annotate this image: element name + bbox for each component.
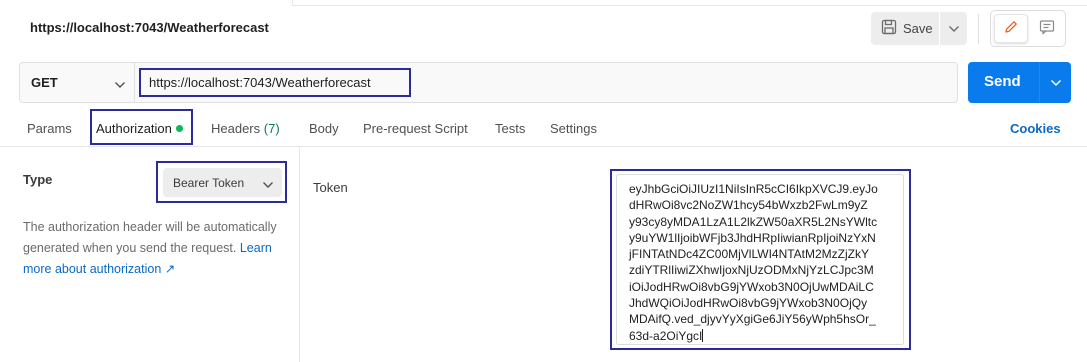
save-options-button[interactable] bbox=[940, 12, 967, 45]
header-separator bbox=[978, 14, 979, 44]
method-select[interactable]: GET bbox=[20, 63, 135, 102]
send-button[interactable]: Send bbox=[968, 62, 1071, 103]
panel-divider-vertical bbox=[299, 147, 300, 362]
token-line: zdiYTRlIiwiZXhwIjoxNjUzODMxNjYzLCJpc3M bbox=[629, 263, 874, 278]
auth-type-select[interactable]: Bearer Token bbox=[163, 168, 282, 197]
tab-prerequest-script[interactable]: Pre-request Script bbox=[363, 121, 468, 136]
save-icon bbox=[881, 19, 897, 38]
tab-headers-label: Headers bbox=[211, 121, 261, 136]
comment-icon bbox=[1039, 19, 1055, 38]
tab-settings[interactable]: Settings bbox=[550, 121, 597, 136]
text-cursor bbox=[702, 328, 704, 342]
pencil-icon bbox=[1003, 19, 1019, 38]
save-label: Save bbox=[903, 21, 933, 36]
token-line: iOiJodHRwOi8vbG9jYWxob3N0OjUwMDAiLC bbox=[629, 279, 874, 294]
token-line: eyJhbGciOiJIUzI1NiIsInR5cCI6IkpXVCJ9.eyJ… bbox=[629, 182, 878, 196]
token-value[interactable]: eyJhbGciOiJIUzI1NiIsInR5cCI6IkpXVCJ9.eyJ… bbox=[629, 181, 899, 344]
tab-bottom-border bbox=[292, 5, 1087, 6]
token-line: MDAifQ.ved_djyvYyXgiGe6JiY56yWph5hsOr_ bbox=[629, 312, 876, 327]
auth-help-description: The authorization header will be automat… bbox=[23, 220, 277, 255]
token-label: Token bbox=[313, 180, 348, 195]
url-input[interactable]: https://localhost:7043/Weatherforecast bbox=[139, 68, 411, 97]
auth-type-label: Type bbox=[23, 172, 53, 187]
chevron-down-icon bbox=[1050, 75, 1062, 90]
token-line: 63d-a2OiYgcI bbox=[629, 328, 703, 343]
comment-mode-button[interactable] bbox=[1031, 14, 1063, 43]
token-line: JhdWQiOiJodHRwOi8vbG9jYWxob3N0OjQy bbox=[629, 296, 868, 311]
token-line: y9uYW1lIjoibWFjb3JhdHRpIiwianRpIjoiNzYxN bbox=[629, 230, 876, 245]
tab-headers[interactable]: Headers (7) bbox=[211, 121, 280, 136]
method-label: GET bbox=[31, 75, 58, 90]
view-mode-toggle[interactable] bbox=[990, 10, 1066, 47]
edit-mode-button[interactable] bbox=[994, 14, 1028, 43]
auth-type-value: Bearer Token bbox=[173, 175, 245, 190]
chevron-down-icon bbox=[114, 77, 126, 92]
cookies-link[interactable]: Cookies bbox=[1010, 121, 1061, 136]
token-line: dHRwOi8vc2NoZW1hcy54bWxzb2FwLm9yZ bbox=[629, 198, 868, 213]
send-options-button[interactable] bbox=[1040, 62, 1071, 103]
authorization-tab-highlight bbox=[90, 109, 193, 145]
tab-headers-count: (7) bbox=[263, 121, 280, 136]
panel-divider-horizontal bbox=[0, 146, 1087, 147]
request-title[interactable]: https://localhost:7043/Weatherforecast bbox=[30, 20, 269, 35]
auth-help-text: The authorization header will be automat… bbox=[23, 217, 288, 280]
send-label: Send bbox=[984, 73, 1021, 90]
token-line: y93cy8yMDA1LzA1L2lkZW50aXR5L2NsYWltc bbox=[629, 214, 878, 229]
save-button[interactable]: Save bbox=[871, 12, 939, 45]
tab-body[interactable]: Body bbox=[309, 121, 339, 136]
chevron-down-icon bbox=[262, 178, 274, 192]
chevron-down-icon bbox=[948, 21, 960, 36]
tab-tests[interactable]: Tests bbox=[495, 121, 525, 136]
top-tab-strip bbox=[0, 0, 1087, 6]
token-line: jFINTAtNDc4ZC00MjVlLWI4NTAtM2MzZjZkY bbox=[629, 247, 870, 262]
request-bar: GET https://localhost:7043/Weatherforeca… bbox=[19, 62, 958, 103]
tab-params[interactable]: Params bbox=[27, 121, 72, 136]
